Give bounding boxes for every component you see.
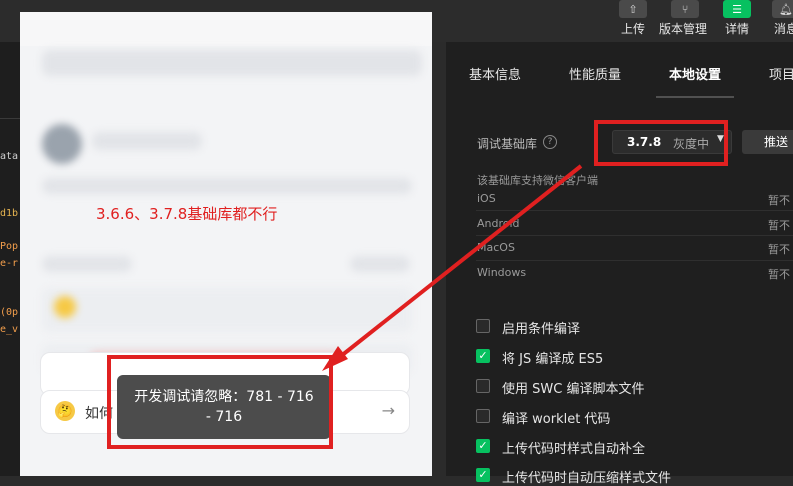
arrow-head: [322, 346, 348, 371]
annotation-arrow: [322, 164, 583, 371]
arrow-line: [334, 164, 583, 362]
